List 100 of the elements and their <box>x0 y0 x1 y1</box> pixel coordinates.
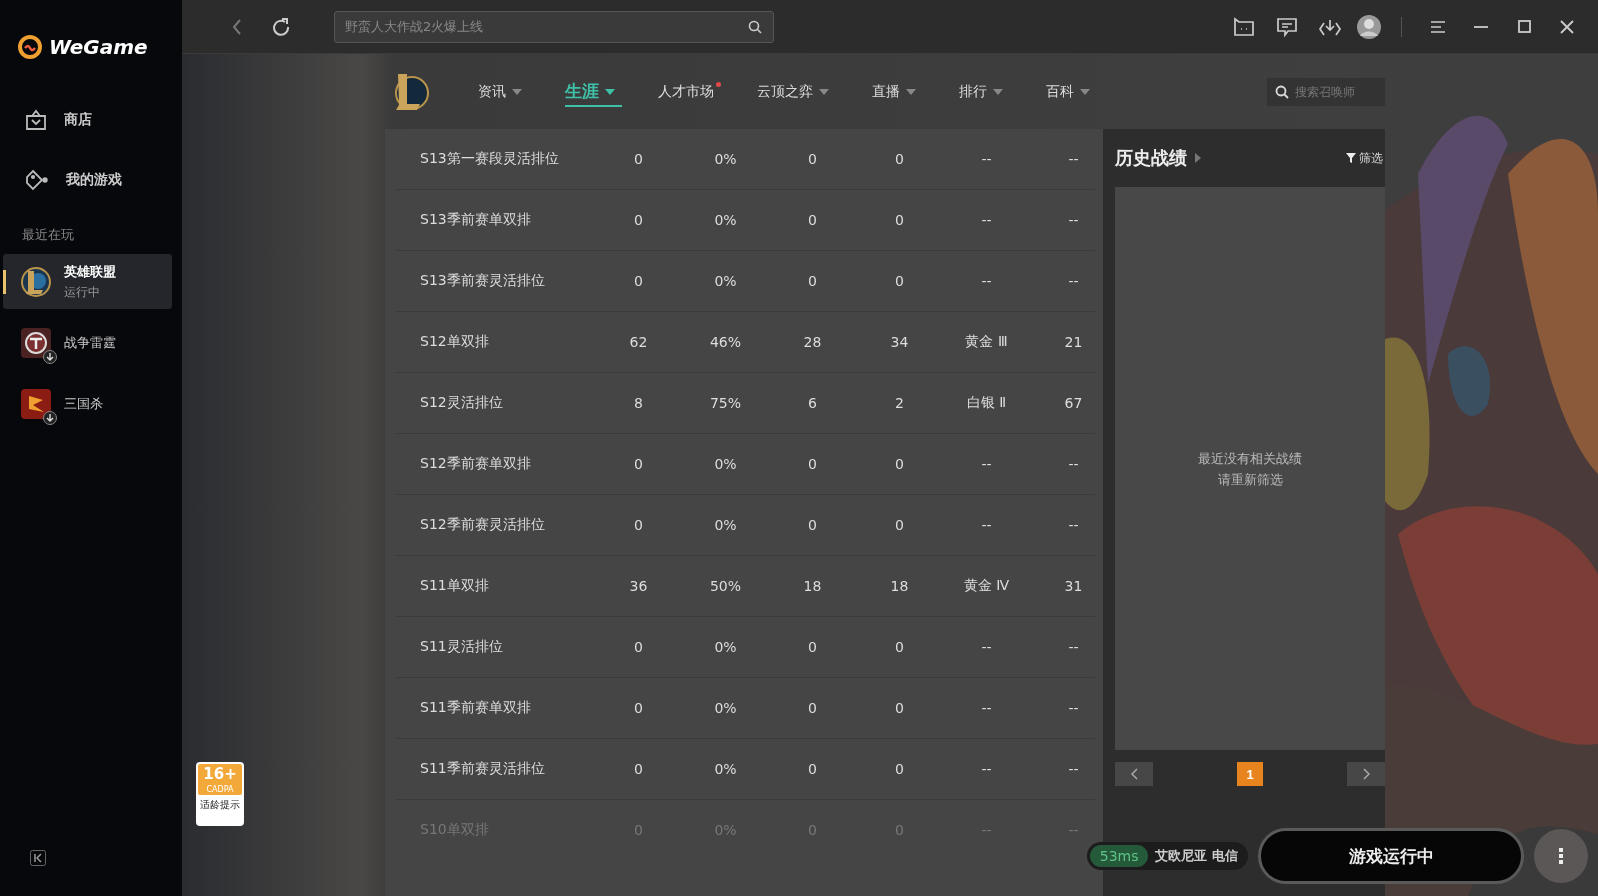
table-cell: 0% <box>714 639 737 655</box>
table-cell: 62 <box>629 334 648 350</box>
server-status[interactable]: 53ms 艾欧尼亚 电信 <box>1086 842 1248 870</box>
game-item[interactable]: 三国杀 <box>3 376 172 431</box>
table-cell: 36 <box>629 578 648 594</box>
search-field[interactable]: 野蛮人大作战2火爆上线 <box>334 10 774 43</box>
table-cell: S11单双排 <box>420 577 489 593</box>
game-icon <box>20 387 52 420</box>
table-cell: 0 <box>895 212 904 228</box>
minimize-icon <box>1474 24 1488 29</box>
table-cell: 0 <box>895 761 904 777</box>
rating-org: CADPA <box>206 784 234 795</box>
sidebar-item-label: 我的游戏 <box>66 171 122 189</box>
brand-name: WeGame <box>49 35 148 59</box>
launch-button[interactable]: 游戏运行中 <box>1258 828 1524 884</box>
table-cell: 18 <box>890 578 909 594</box>
nav-tab[interactable]: 人才市场 <box>658 78 721 105</box>
table-cell: 8 <box>634 395 643 411</box>
table-cell: -- <box>981 700 992 716</box>
nav-tab[interactable]: 百科 <box>1046 78 1097 105</box>
table-cell: -- <box>981 212 992 228</box>
table-cell: 0% <box>714 517 737 533</box>
empty-message: 最近没有相关战绩 <box>1198 449 1302 468</box>
maximize-icon <box>1517 20 1531 33</box>
table-cell: 28 <box>803 334 822 350</box>
table-cell: 0 <box>895 273 904 289</box>
server-name: 艾欧尼亚 电信 <box>1155 847 1238 865</box>
table-cell: 0% <box>714 761 737 777</box>
table-cell: 0% <box>714 212 737 228</box>
table-cell: -- <box>981 639 992 655</box>
table-cell: -- <box>981 151 992 167</box>
sidebar-item[interactable]: 我的游戏 <box>0 150 182 210</box>
sidebar-item-label: 商店 <box>64 111 92 129</box>
table-cell: -- <box>981 273 992 289</box>
game-status: 运行中 <box>64 283 101 301</box>
table-cell: 0 <box>808 456 817 472</box>
table-cell: S12单双排 <box>420 333 489 349</box>
table-cell: 75% <box>709 395 742 411</box>
filter-button[interactable]: 筛选 <box>1346 149 1383 167</box>
close-icon <box>1560 19 1574 34</box>
table-cell: 0 <box>808 273 817 289</box>
chevron-right-icon <box>1362 768 1370 780</box>
table-cell: 0 <box>634 212 643 228</box>
nav-tab[interactable]: 直播 <box>872 78 923 105</box>
table-cell: S13第一赛段灵活排位 <box>420 150 559 166</box>
game-icon <box>20 265 52 298</box>
refresh-icon <box>272 17 290 36</box>
table-cell: S11季前赛灵活排位 <box>420 760 545 776</box>
table-cell: S13季前赛灵活排位 <box>420 272 545 288</box>
nav-tab[interactable]: 生涯 <box>565 76 622 107</box>
summoner-search-field[interactable]: 搜索召唤师 <box>1267 77 1385 106</box>
table-cell: 0 <box>634 639 643 655</box>
table-cell: S12季前赛灵活排位 <box>420 516 545 532</box>
table-cell: -- <box>1068 700 1079 716</box>
collapse-icon[interactable] <box>30 850 46 866</box>
table-cell: -- <box>1068 639 1079 655</box>
table-cell: -- <box>981 517 992 533</box>
game-item[interactable]: 战争雷霆 <box>3 315 172 370</box>
table-cell: 0% <box>714 273 737 289</box>
game-name: 战争雷霆 <box>64 333 116 352</box>
section-title: 最近在玩 <box>21 226 75 244</box>
table-cell: 67 <box>1064 395 1083 411</box>
table-cell: -- <box>981 761 992 777</box>
table-cell: 31 <box>1064 578 1083 594</box>
table-cell: 白银 Ⅱ <box>966 394 1007 410</box>
logo-icon <box>17 34 43 60</box>
game-item[interactable]: 英雄联盟 运行中 <box>3 254 172 309</box>
table-cell: S12季前赛单双排 <box>420 455 531 471</box>
table-cell: 0% <box>714 151 737 167</box>
sidebar-item[interactable]: 商店 <box>0 90 182 150</box>
table-cell: 0 <box>634 151 643 167</box>
table-cell: -- <box>1068 822 1079 838</box>
ping-badge: 53ms <box>1089 845 1149 867</box>
chevron-right-icon[interactable] <box>1195 153 1201 163</box>
game-icon <box>20 326 52 359</box>
table-cell: 6 <box>808 395 817 411</box>
empty-message: 请重新筛选 <box>1217 470 1283 489</box>
folder-icon <box>1233 16 1255 37</box>
table-cell: -- <box>1068 761 1079 777</box>
table-cell: -- <box>981 822 992 838</box>
table-cell: 0 <box>895 517 904 533</box>
shopping-bag-icon <box>24 108 48 132</box>
table-cell: -- <box>1068 517 1079 533</box>
table-cell: 0 <box>895 700 904 716</box>
chevron-left-icon <box>1130 768 1138 780</box>
nav-tab[interactable]: 云顶之弈 <box>757 78 836 105</box>
table-cell: 34 <box>890 334 909 350</box>
table-cell: 黄金 Ⅲ <box>965 333 1008 349</box>
age-rating: 16+ <box>203 764 237 784</box>
table-cell: 0% <box>714 456 737 472</box>
avatar-icon[interactable] <box>1356 13 1382 40</box>
search-icon[interactable] <box>748 19 762 34</box>
table-cell: 0 <box>634 761 643 777</box>
nav-tab[interactable]: 排行 <box>959 78 1010 105</box>
table-cell: 46% <box>709 334 742 350</box>
panel-title: 历史战绩 <box>1115 146 1187 170</box>
nav-tab[interactable]: 资讯 <box>478 78 529 105</box>
table-cell: S13季前赛单双排 <box>420 211 531 227</box>
game-name: 英雄联盟 <box>64 262 116 281</box>
table-cell: 0 <box>808 639 817 655</box>
